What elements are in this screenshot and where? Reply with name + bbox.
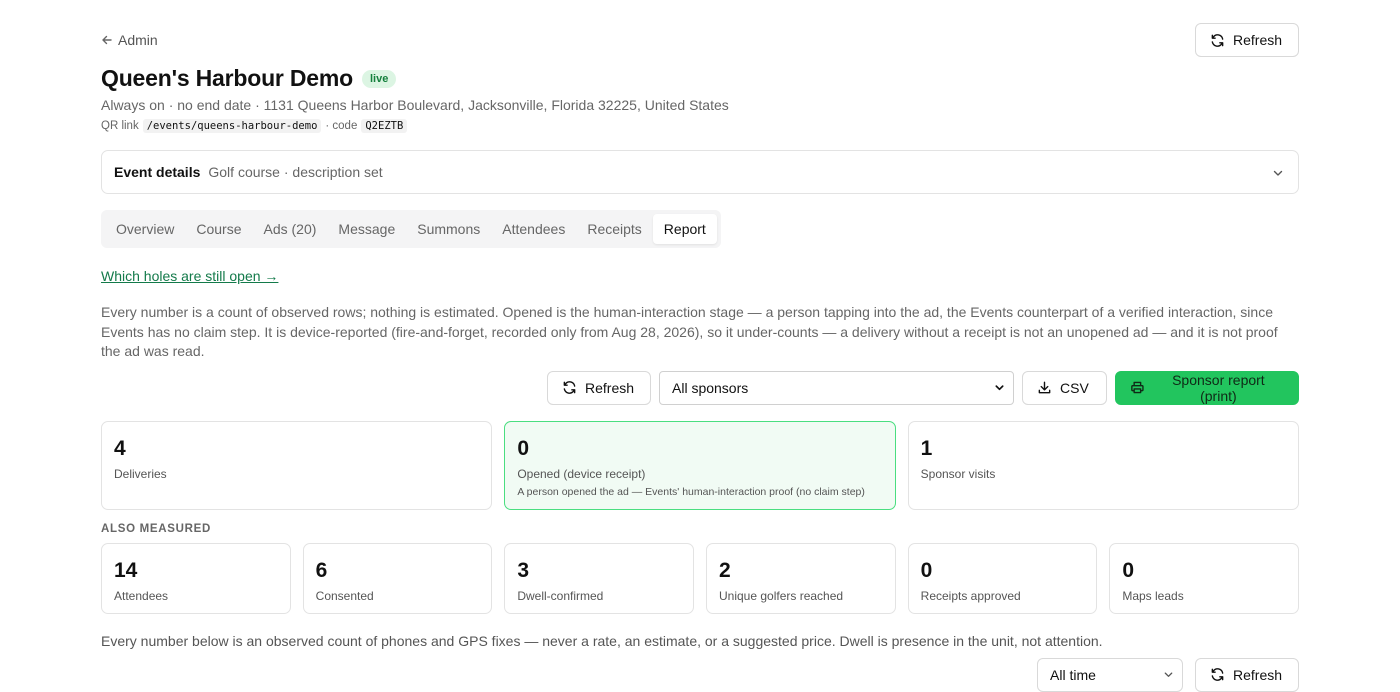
tab-bar: Overview Course Ads (20) Message Summons… [101, 210, 721, 248]
status-badge: live [361, 69, 397, 88]
refresh-button-label: Refresh [1233, 32, 1283, 48]
stat-label: Sponsor visits [920, 466, 996, 481]
tab-ads[interactable]: Ads (20) [253, 214, 328, 244]
csv-button[interactable]: CSV [1022, 370, 1107, 405]
chevron-down-icon [1273, 170, 1283, 176]
page-title: Queen's Harbour Demo [101, 65, 353, 91]
stat-card-dwell-confirmed: 3 Dwell-confirmed [504, 542, 694, 614]
stat-label: Opened (device receipt) [517, 466, 646, 481]
stat-value: 3 [517, 558, 530, 582]
open-holes-link[interactable]: Which holes are still open → [101, 268, 278, 284]
footer-toolbar: All time Refresh [101, 657, 1299, 692]
chevron-down-icon [995, 385, 1004, 391]
stat-card-sponsor-visits: 1 Sponsor visits [907, 420, 1299, 510]
stat-card-deliveries: 4 Deliveries [101, 420, 493, 510]
stat-label: Consented [315, 588, 374, 603]
report-intro: Every number is a count of observed rows… [101, 304, 1278, 359]
tab-course[interactable]: Course [185, 214, 252, 244]
event-details-panel[interactable]: Event details Golf course · description … [101, 150, 1299, 194]
time-range-value: All time [1050, 666, 1096, 683]
stat-value: 0 [1122, 558, 1135, 582]
sponsor-select-value: All sponsors [672, 379, 749, 396]
stat-value: 6 [315, 558, 328, 582]
stat-value: 4 [114, 436, 126, 460]
refresh-icon [563, 381, 576, 394]
event-code: Q2EZTB [361, 119, 408, 133]
stat-value: 2 [719, 558, 731, 582]
qr-link-label: QR link [101, 120, 139, 132]
stat-label: Maps leads [1122, 588, 1184, 603]
chevron-down-icon [1164, 672, 1173, 677]
tab-report[interactable]: Report [652, 214, 717, 244]
download-icon [1038, 381, 1051, 394]
report-toolbar: Refresh All sponsors CSV Sponsor report … [101, 370, 1299, 405]
refresh-button[interactable]: Refresh [1195, 23, 1299, 57]
csv-button-label: CSV [1060, 379, 1089, 396]
tab-overview[interactable]: Overview [105, 214, 185, 244]
stat-value: 0 [517, 436, 530, 460]
qr-link-path[interactable]: /events/queens-harbour-demo [142, 119, 322, 133]
stat-value: 14 [114, 558, 138, 582]
qr-line: QR link /events/queens-harbour-demo · co… [101, 119, 1299, 133]
stat-card-opened: 0 Opened (device receipt) A person opene… [504, 420, 896, 510]
stat-note: A person opened the ad — Events' human-i… [517, 485, 865, 498]
back-link[interactable]: Admin [101, 32, 158, 48]
stat-card-consented: 6 Consented [302, 542, 493, 614]
stat-label: Dwell-confirmed [517, 588, 604, 603]
observed-counts-note: Every number below is an observed count … [101, 632, 1103, 649]
secondary-stats: 14 Attendees 6 Consented 3 Dwell-confirm… [101, 542, 1299, 614]
arrow-left-icon [102, 35, 112, 45]
time-range-select[interactable]: All time [1037, 657, 1183, 692]
event-details-summary: Golf course · description set [208, 164, 383, 180]
report-refresh-button[interactable]: Refresh [547, 370, 651, 405]
page: Admin Refresh Queen's Harbour Demo live … [101, 0, 1299, 692]
footer-refresh-button[interactable]: Refresh [1195, 657, 1299, 692]
stat-label: Attendees [114, 588, 169, 603]
tab-attendees[interactable]: Attendees [491, 214, 576, 244]
back-link-label: Admin [118, 32, 158, 48]
stat-card-receipts-approved: 0 Receipts approved [907, 542, 1098, 614]
sponsor-report-print-label: Sponsor report (print) [1172, 371, 1265, 404]
stat-card-unique-golfers: 2 Unique golfers reached [706, 542, 896, 614]
stat-card-maps-leads: 0 Maps leads [1109, 542, 1299, 614]
stat-label: Receipts approved [920, 588, 1021, 603]
tab-message[interactable]: Message [327, 214, 406, 244]
stat-label: Deliveries [114, 466, 167, 481]
event-subtitle: Always on · no end date · 1131 Queens Ha… [101, 97, 729, 113]
stat-value: 1 [920, 436, 933, 460]
sponsor-report-print-button[interactable]: Sponsor report (print) [1115, 370, 1299, 405]
report-refresh-label: Refresh [585, 379, 635, 396]
top-bar: Admin Refresh [101, 0, 1299, 57]
code-label: · code [325, 120, 358, 132]
primary-stats: 4 Deliveries 0 Opened (device receipt) A… [101, 420, 1299, 510]
refresh-icon [1211, 33, 1224, 47]
also-measured-heading: ALSO MEASURED [101, 522, 212, 535]
stat-value: 0 [920, 558, 933, 582]
sponsor-select[interactable]: All sponsors [659, 370, 1014, 405]
stat-card-attendees: 14 Attendees [101, 542, 291, 614]
event-details-label: Event details [114, 164, 201, 180]
tab-receipts[interactable]: Receipts [576, 214, 652, 244]
title-row: Queen's Harbour Demo live [101, 65, 1299, 92]
tab-summons[interactable]: Summons [406, 214, 491, 244]
footer-refresh-label: Refresh [1233, 666, 1283, 683]
printer-icon [1131, 381, 1144, 394]
stat-label: Unique golfers reached [719, 588, 844, 603]
refresh-icon [1211, 668, 1224, 681]
